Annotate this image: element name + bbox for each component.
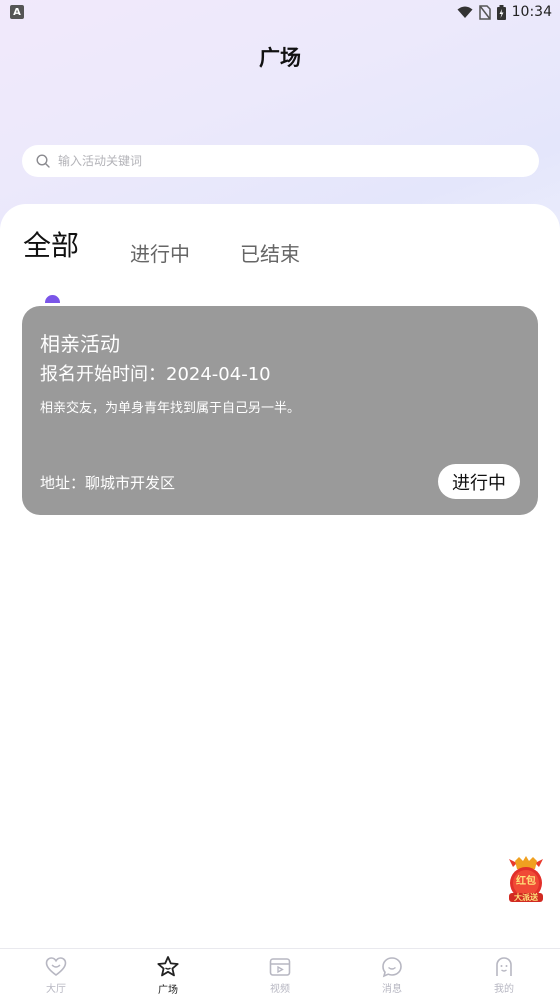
nav-label-hall: 大厅 <box>46 984 66 995</box>
nav-item-messages[interactable]: 消息 <box>336 949 448 995</box>
svg-text:红包: 红包 <box>516 874 536 887</box>
nav-item-video[interactable]: 视频 <box>224 949 336 995</box>
nav-item-hall[interactable]: 大厅 <box>0 949 112 995</box>
search-input[interactable] <box>58 154 498 168</box>
wifi-icon <box>457 6 473 18</box>
activity-status-badge[interactable]: 进行中 <box>438 464 520 499</box>
heart-icon <box>45 956 67 976</box>
nav-item-profile[interactable]: 我的 <box>448 949 560 995</box>
search-bar[interactable] <box>22 145 539 177</box>
status-time: 10:34 <box>511 4 552 20</box>
svg-text:大派送: 大派送 <box>514 892 539 902</box>
no-sim-icon <box>478 4 491 20</box>
nav-item-square[interactable]: 广场 <box>112 949 224 995</box>
star-icon <box>157 956 179 977</box>
activity-description: 相亲交友，为单身青年找到属于自己另一半。 <box>40 401 301 416</box>
nav-label-messages: 消息 <box>382 984 402 995</box>
notification-a-icon: A <box>10 5 24 19</box>
tab-all[interactable]: 全部 <box>23 224 79 264</box>
page-title: 广场 <box>259 46 301 70</box>
chat-icon <box>382 956 402 977</box>
content-panel: 全部 进行中 已结束 相亲活动 报名开始时间：2024-04-10 相亲交友，为… <box>0 204 560 949</box>
red-packet-float-button[interactable]: 红包 大派送 <box>505 855 547 903</box>
status-bar: A 10:34 <box>0 0 560 24</box>
nav-label-square: 广场 <box>158 985 178 995</box>
red-packet-icon: 红包 大派送 <box>509 856 543 902</box>
activity-card[interactable]: 相亲活动 报名开始时间：2024-04-10 相亲交友，为单身青年找到属于自己另… <box>22 306 538 515</box>
nav-label-profile: 我的 <box>494 984 514 995</box>
tab-ended[interactable]: 已结束 <box>240 238 300 267</box>
activity-address: 地址：聊城市开发区 <box>40 474 176 492</box>
search-icon <box>36 154 50 168</box>
active-tab-indicator <box>45 295 60 303</box>
activity-title: 相亲活动 <box>40 332 120 356</box>
video-icon <box>269 957 291 976</box>
nav-label-video: 视频 <box>270 984 290 995</box>
tab-bar: 全部 进行中 已结束 <box>0 224 560 303</box>
battery-icon <box>496 4 506 20</box>
profile-icon <box>496 956 512 976</box>
activity-start-time: 报名开始时间：2024-04-10 <box>40 364 271 385</box>
tab-ongoing[interactable]: 进行中 <box>130 238 190 267</box>
bottom-nav: 大厅 广场 视频 消息 我的 <box>0 948 560 995</box>
